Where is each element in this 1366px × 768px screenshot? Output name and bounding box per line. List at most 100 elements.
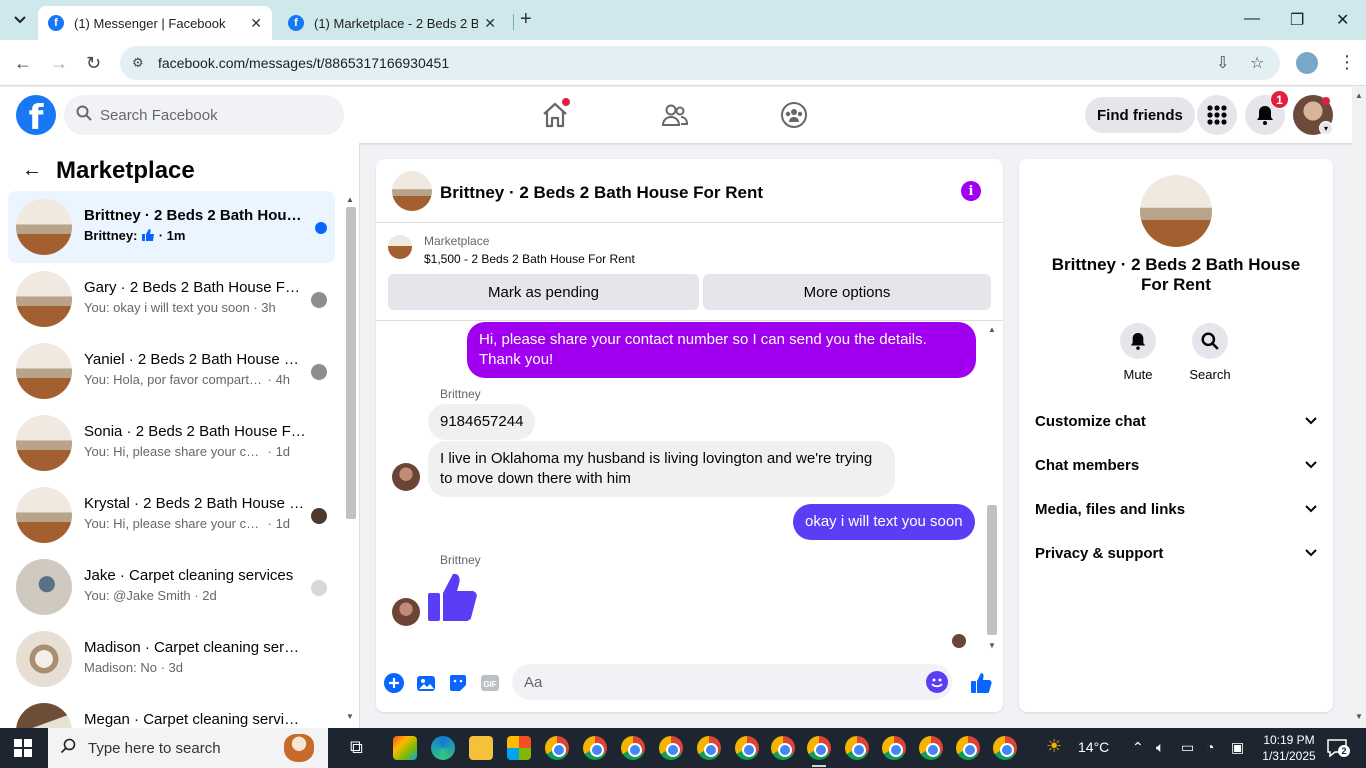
plus-circle-icon[interactable] <box>383 672 405 694</box>
chat-scrollbar[interactable]: ▲ ▼ <box>986 325 998 651</box>
scroll-up-arrow[interactable]: ▲ <box>988 325 996 334</box>
forward-arrow-icon[interactable]: → <box>50 53 68 74</box>
facebook-logo-icon[interactable]: f <box>16 95 56 135</box>
scroll-up-arrow[interactable]: ▲ <box>1355 91 1363 100</box>
chat-members-section[interactable]: Chat members <box>1027 443 1325 487</box>
scroll-down-arrow[interactable]: ▼ <box>988 641 996 650</box>
wifi-icon[interactable]: ◔ <box>1206 739 1214 755</box>
install-app-icon[interactable]: ⇩ <box>1216 53 1229 73</box>
chrome-icon[interactable] <box>621 736 645 760</box>
conversation-item[interactable]: Sonia · 2 Beds 2 Bath House For Rent You… <box>8 407 335 479</box>
groups-icon[interactable] <box>778 99 810 131</box>
conversation-item[interactable]: Megan · Carpet cleaning services <box>8 695 335 728</box>
photo-icon[interactable] <box>415 672 437 694</box>
conversation-item[interactable]: Jake · Carpet cleaning services You: @Ja… <box>8 551 335 623</box>
browser-tab-messenger[interactable]: f (1) Messenger | Facebook ✕ <box>38 6 272 40</box>
chrome-icon[interactable] <box>697 736 721 760</box>
minimize-icon[interactable]: — <box>1244 10 1260 28</box>
menu-grid-button[interactable] <box>1197 95 1237 135</box>
chat-avatar[interactable] <box>392 171 432 211</box>
conversation-item[interactable]: Madison · Carpet cleaning services Madis… <box>8 623 335 695</box>
file-explorer-icon[interactable] <box>469 736 493 760</box>
conversation-item[interactable]: Brittney · 2 Beds 2 Bath House For Rent … <box>8 191 335 263</box>
conversation-item[interactable]: Krystal · 2 Beds 2 Bath House For Rent Y… <box>8 479 335 551</box>
chrome-icon[interactable] <box>545 736 569 760</box>
scrollbar-thumb[interactable] <box>346 207 356 519</box>
chrome-icon[interactable] <box>956 736 980 760</box>
notification-center-icon[interactable]: 2 <box>1326 737 1350 759</box>
weather-temperature[interactable]: 14°C <box>1078 739 1109 755</box>
network-icon[interactable]: ▣ <box>1231 739 1244 756</box>
scrollbar-thumb[interactable] <box>987 505 997 635</box>
find-friends-button[interactable]: Find friends <box>1085 97 1195 133</box>
listing-thumbnail[interactable] <box>388 235 412 259</box>
chrome-icon[interactable] <box>993 736 1017 760</box>
browser-menu-icon[interactable]: ⋮ <box>1338 52 1356 73</box>
site-info-icon[interactable]: ⚙ <box>132 55 144 71</box>
chrome-icon[interactable] <box>845 736 869 760</box>
sidebar-scrollbar[interactable]: ▲ ▼ <box>343 195 357 721</box>
back-arrow-icon[interactable]: ← <box>14 53 32 74</box>
message-bubble-outgoing[interactable]: okay i will text you soon <box>793 504 975 540</box>
chrome-icon[interactable] <box>659 736 683 760</box>
battery-icon[interactable]: ▭ <box>1181 739 1194 756</box>
listing-description[interactable]: $1,500 - 2 Beds 2 Bath House For Rent <box>424 252 635 266</box>
privacy-support-section[interactable]: Privacy & support <box>1027 531 1325 575</box>
scroll-down-arrow[interactable]: ▼ <box>1355 712 1363 721</box>
scroll-up-arrow[interactable]: ▲ <box>346 195 354 204</box>
edge-icon[interactable] <box>431 736 455 760</box>
scroll-down-arrow[interactable]: ▼ <box>346 712 354 721</box>
close-tab-icon[interactable]: ✕ <box>250 15 262 32</box>
message-input-wrapper[interactable] <box>512 664 952 700</box>
thumbs-up-icon[interactable] <box>426 571 478 623</box>
more-options-button[interactable]: More options <box>703 274 991 310</box>
emoji-icon[interactable] <box>926 671 948 693</box>
task-view-icon[interactable]: ⧉ <box>350 737 363 758</box>
gif-icon[interactable]: GIF <box>479 672 501 694</box>
windows-start-icon[interactable] <box>14 739 32 757</box>
conversation-item[interactable]: Gary · 2 Beds 2 Bath House For Rent You:… <box>8 263 335 335</box>
tab-search-button[interactable] <box>8 9 32 31</box>
chrome-icon[interactable] <box>735 736 759 760</box>
sender-avatar[interactable] <box>392 598 420 626</box>
chrome-icon[interactable] <box>919 736 943 760</box>
bookmark-star-icon[interactable]: ☆ <box>1250 53 1264 73</box>
thumbs-up-send-icon[interactable] <box>969 672 993 694</box>
sender-avatar[interactable] <box>392 463 420 491</box>
message-bubble-incoming[interactable]: 9184657244 <box>428 404 536 440</box>
microsoft-store-icon[interactable] <box>507 736 531 760</box>
mark-as-pending-button[interactable]: Mark as pending <box>388 274 699 310</box>
sticker-icon[interactable] <box>447 672 469 694</box>
mute-button[interactable]: Mute <box>1108 323 1168 382</box>
close-tab-icon[interactable]: ✕ <box>484 15 496 32</box>
contact-avatar[interactable] <box>1140 175 1212 247</box>
browser-tab-marketplace[interactable]: f (1) Marketplace - 2 Beds 2 Bath ✕ <box>278 6 506 40</box>
chevron-up-icon[interactable]: ⌃ <box>1132 739 1144 756</box>
restore-icon[interactable]: ❐ <box>1290 10 1304 30</box>
message-input[interactable] <box>524 664 914 700</box>
weather-icon[interactable]: ☀ <box>1046 736 1062 757</box>
facebook-search[interactable] <box>64 95 344 135</box>
chat-title[interactable]: Brittney · 2 Beds 2 Bath House For Rent <box>440 183 763 203</box>
friends-icon[interactable] <box>659 99 691 131</box>
browser-profile-icon[interactable] <box>1296 52 1318 74</box>
message-bubble-incoming[interactable]: I live in Oklahoma my husband is living … <box>428 441 895 497</box>
page-scrollbar[interactable]: ▲ ▼ <box>1352 87 1366 728</box>
taskbar-search[interactable]: Type here to search <box>48 728 328 768</box>
message-bubble-outgoing[interactable]: Hi, please share your contact number so … <box>467 322 976 378</box>
media-files-links-section[interactable]: Media, files and links <box>1027 487 1325 531</box>
new-tab-button[interactable]: + <box>520 8 532 31</box>
close-window-icon[interactable]: ✕ <box>1336 10 1349 30</box>
search-in-chat-button[interactable]: Search <box>1180 323 1240 382</box>
copilot-icon[interactable] <box>393 736 417 760</box>
chrome-icon[interactable] <box>771 736 795 760</box>
taskbar-clock[interactable]: 10:19 PM 1/31/2025 <box>1256 732 1322 764</box>
chevron-down-icon[interactable]: ▾ <box>1319 121 1333 135</box>
customize-chat-section[interactable]: Customize chat <box>1027 399 1325 443</box>
chrome-icon[interactable] <box>807 736 831 760</box>
info-icon[interactable]: i <box>961 181 981 201</box>
conversation-item[interactable]: Yaniel · 2 Beds 2 Bath House For Rent Yo… <box>8 335 335 407</box>
chrome-icon[interactable] <box>882 736 906 760</box>
reload-icon[interactable]: ↻ <box>86 53 101 74</box>
back-arrow-icon[interactable]: ← <box>22 159 42 182</box>
